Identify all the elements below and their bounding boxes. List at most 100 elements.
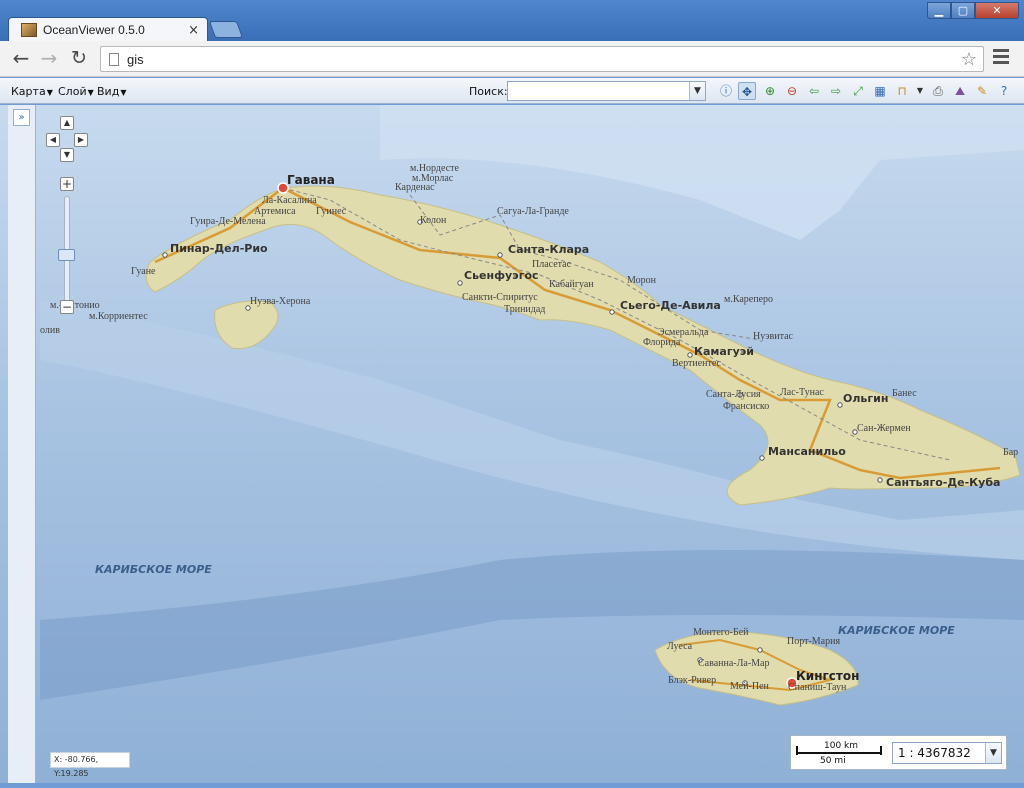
city-label: Мансанильо — [768, 445, 846, 458]
city-label: Франсиско — [723, 401, 770, 412]
coordinates-readout: X: -80.766, Y:19.285 — [50, 752, 130, 778]
city-label: Гуане — [131, 266, 156, 277]
maximize-button[interactable]: ▢ — [951, 2, 975, 19]
reload-icon[interactable]: ↻ — [68, 48, 90, 70]
city-label: Санта-Лусия — [706, 389, 761, 400]
city-label: Карденас — [395, 182, 435, 193]
search-input[interactable] — [508, 82, 688, 100]
browser-menu-icon[interactable] — [993, 49, 1009, 67]
zoom-slider-thumb[interactable] — [58, 249, 75, 261]
measure-dropdown-icon[interactable]: ▼ — [911, 82, 929, 100]
window-titlebar: OceanViewer 0.5.0 × ▁ ▢ ✕ — [0, 0, 1024, 42]
zoom-out-icon[interactable]: ⊖ — [783, 82, 801, 100]
app-toolbar: Карта▼ Слой▼ Вид▼ Поиск: ▼ ⓘ ✥ ⊕ ⊖ ⇦ ⇨ ⤢… — [0, 78, 1024, 104]
bookmark-star-icon[interactable]: ☆ — [961, 49, 977, 70]
zoom-in-icon[interactable]: ⊕ — [761, 82, 779, 100]
window-bottom-frame — [0, 783, 1024, 788]
browser-tab[interactable]: OceanViewer 0.5.0 × — [8, 17, 208, 42]
address-url: gis — [127, 51, 144, 67]
city-label: Колон — [420, 215, 447, 226]
edit-icon[interactable]: ✎ — [973, 82, 991, 100]
city-label: Монтего-Бей — [693, 627, 749, 638]
city-label: Гуинес — [316, 206, 347, 217]
city-label: Мей-Пен — [730, 681, 769, 692]
city-label: Банес — [892, 388, 917, 399]
city-label: Камагуэй — [694, 345, 754, 358]
expand-panel-icon[interactable]: » — [13, 109, 30, 126]
search-dropdown-icon[interactable]: ▼ — [689, 82, 705, 100]
help-icon[interactable]: ? — [995, 82, 1013, 100]
sea-label: КАРИБСКОЕ МОРЕ — [838, 624, 955, 637]
scale-select[interactable]: 1 : 4367832 ▼ — [892, 742, 1002, 764]
pan-left-icon[interactable]: ◀ — [46, 133, 60, 147]
city-label: Порт-Мария — [787, 636, 841, 647]
pan-down-icon[interactable]: ▼ — [60, 148, 74, 162]
scale-tick — [880, 746, 882, 755]
city-label: Нуэвитас — [753, 331, 793, 342]
menu-layer-label: Слой — [58, 85, 87, 98]
menu-layer[interactable]: Слой▼ — [58, 85, 94, 98]
city-label: Спаниш-Таун — [788, 682, 847, 693]
scale-panel: 100 km 50 mi 1 : 4367832 ▼ — [790, 735, 1007, 770]
city-label: Тринидад — [504, 304, 546, 315]
city-label: олив — [40, 325, 60, 336]
city-label: м.Корриентес — [89, 311, 148, 322]
table-icon[interactable]: ▦ — [871, 82, 889, 100]
pan-up-icon[interactable]: ▲ — [60, 116, 74, 130]
city-label: Ольгин — [843, 392, 889, 405]
app-favicon-icon — [21, 23, 37, 37]
browser-navbar: ← → ↻ gis ☆ — [0, 41, 1024, 77]
city-label: Флорида — [643, 337, 681, 348]
city-label: м.-Антонио — [50, 300, 100, 311]
close-window-button[interactable]: ✕ — [975, 2, 1019, 19]
city-label: Сантьяго-Де-Куба — [886, 476, 1001, 489]
city-label: Вертиентес — [672, 358, 721, 369]
city-label: Пинар-Дел-Рио — [170, 242, 268, 255]
chart-icon[interactable]: ⛰ — [951, 82, 969, 100]
chevron-down-icon: ▼ — [120, 88, 127, 97]
new-tab-button[interactable] — [208, 21, 244, 38]
city-label: Гавана — [287, 173, 335, 187]
close-tab-icon[interactable]: × — [188, 23, 199, 38]
print-icon[interactable]: ⎙ — [929, 82, 947, 100]
scale-mi-label: 50 mi — [820, 756, 846, 766]
forward-icon[interactable]: → — [38, 48, 60, 70]
chevron-down-icon[interactable]: ▼ — [985, 743, 1001, 763]
city-label: Саванна-Ла-Мар — [698, 658, 770, 669]
layers-side-panel — [8, 105, 36, 783]
menu-map[interactable]: Карта▼ — [11, 85, 53, 98]
scale-value: 1 : 4367832 — [898, 746, 971, 760]
back-arrow-icon[interactable]: ⇦ — [805, 82, 823, 100]
menu-view[interactable]: Вид▼ — [97, 85, 126, 98]
city-label: Сагуа-Ла-Гранде — [497, 206, 569, 217]
city-label: Санта-Клара — [508, 243, 590, 256]
city-label: Нуэва-Херона — [250, 296, 311, 307]
forward-arrow-icon[interactable]: ⇨ — [827, 82, 845, 100]
city-label: Блэк-Ривер — [668, 675, 717, 686]
pan-icon[interactable]: ✥ — [738, 82, 756, 100]
city-label: Гуира-Де-Мелена — [190, 216, 266, 227]
menu-map-label: Карта — [11, 85, 46, 98]
pan-right-icon[interactable]: ▶ — [74, 133, 88, 147]
info-icon[interactable]: ⓘ — [717, 82, 735, 100]
scale-km-label: 100 km — [824, 741, 859, 751]
city-label: Сан-Жермен — [857, 423, 911, 434]
tab-title: OceanViewer 0.5.0 — [43, 23, 145, 37]
search-combobox[interactable]: ▼ — [507, 81, 706, 101]
city-label: Ла-Касалина — [262, 195, 317, 206]
measure-icon[interactable]: ⊓ — [893, 82, 911, 100]
back-icon[interactable]: ← — [10, 48, 32, 70]
full-extent-icon[interactable]: ⤢ — [849, 82, 867, 100]
page-icon — [109, 52, 119, 66]
minimize-button[interactable]: ▁ — [927, 2, 951, 19]
zoom-out-button[interactable]: − — [60, 300, 74, 314]
zoom-in-button[interactable]: + — [60, 177, 74, 191]
chevron-down-icon: ▼ — [46, 88, 53, 97]
map-canvas[interactable]: Гавана Кингстон Пинар-Дел-Рио Санта-Клар… — [0, 105, 1024, 788]
address-bar[interactable]: gis ☆ — [100, 46, 984, 72]
city-label: Морон — [627, 275, 656, 286]
city-label: Санкти-Спиритус — [462, 292, 538, 303]
city-label: Пласетас — [532, 259, 572, 270]
city-label: м.Кареперо — [724, 294, 774, 305]
city-label: Бар — [1003, 447, 1019, 458]
